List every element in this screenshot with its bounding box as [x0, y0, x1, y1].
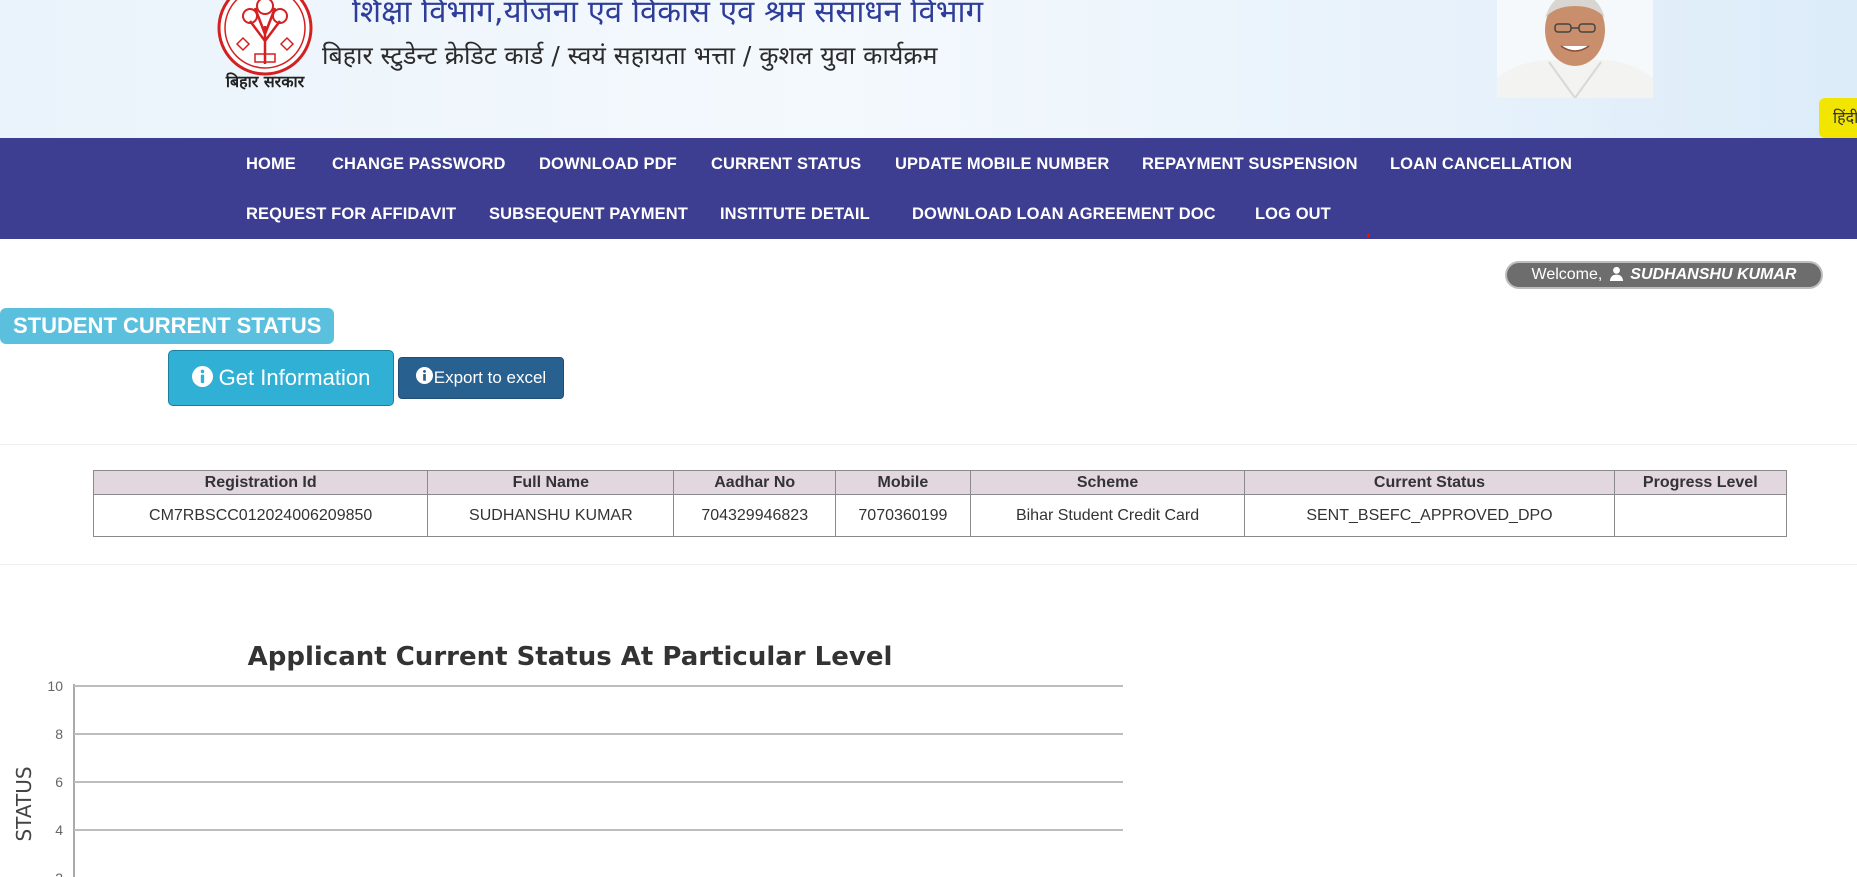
progress-level-cell: [1613, 494, 1788, 537]
full-name-cell: SUDHANSHU KUMAR: [427, 494, 675, 537]
column-header: Registration Id: [92, 470, 429, 495]
current-status-cell: SENT_BSEFC_APPROVED_DPO: [1244, 494, 1615, 537]
column-header: Full Name: [427, 470, 675, 495]
nav-update-mobile-number[interactable]: UPDATE MOBILE NUMBER: [895, 155, 1109, 174]
nav-indicator-dot: [1367, 234, 1370, 237]
nav-institute-detail[interactable]: INSTITUTE DETAIL: [720, 205, 870, 224]
nav-change-password[interactable]: CHANGE PASSWORD: [332, 155, 506, 174]
status-table: Registration Id Full Name Aadhar No Mobi…: [92, 470, 1788, 537]
scheme-cell: Bihar Student Credit Card: [969, 494, 1246, 537]
registration-id-cell: CM7RBSCC012024006209850: [92, 494, 429, 537]
table-row: CM7RBSCC012024006209850 SUDHANSHU KUMAR …: [92, 494, 1788, 537]
chart-y-axis-label: STATUS: [12, 766, 36, 841]
nav-current-status[interactable]: CURRENT STATUS: [711, 155, 861, 174]
chart-y-tick-label: 8: [55, 726, 63, 742]
site-header: बिहार सरकार शिक्षा विभाग,योजना एवं विकास…: [0, 0, 1857, 138]
welcome-prefix: Welcome,: [1531, 266, 1603, 283]
department-title: शिक्षा विभाग,योजना एवं विकास एवं श्रम सं…: [352, 0, 984, 30]
nav-log-out[interactable]: LOG OUT: [1255, 205, 1331, 224]
chief-minister-portrait: [1497, 0, 1653, 98]
chart-y-tick-label: 10: [47, 678, 63, 694]
column-header: Progress Level: [1613, 470, 1788, 495]
welcome-user-name: SUDHANSHU KUMAR: [1630, 266, 1797, 283]
nav-download-loan-agreement-doc[interactable]: DOWNLOAD LOAN AGREEMENT DOC: [912, 205, 1216, 224]
get-information-label: Get Information: [218, 365, 371, 390]
nav-home[interactable]: HOME: [246, 155, 296, 174]
welcome-badge: Welcome, SUDHANSHU KUMAR: [1505, 261, 1823, 289]
info-circle-icon: [415, 367, 433, 384]
chart-y-tick-label: 4: [55, 822, 63, 838]
divider: [0, 444, 1857, 445]
language-toggle[interactable]: हिंदी: [1819, 98, 1857, 138]
mobile-cell: 7070360199: [835, 494, 971, 537]
column-header: Current Status: [1244, 470, 1615, 495]
column-header: Aadhar No: [673, 470, 837, 495]
nav-loan-cancellation[interactable]: LOAN CANCELLATION: [1390, 155, 1572, 174]
nav-subsequent-payment[interactable]: SUBSEQUENT PAYMENT: [489, 205, 688, 224]
scheme-subtitle: बिहार स्टुडेन्ट क्रेडिट कार्ड / स्वयं सह…: [322, 41, 938, 70]
chart-y-tick-label: 2: [55, 870, 63, 877]
status-chart: Applicant Current Status At Particular L…: [12, 642, 1123, 877]
column-header: Scheme: [969, 470, 1246, 495]
user-icon: [1609, 266, 1623, 281]
export-to-excel-label: Export to excel: [433, 368, 547, 387]
export-to-excel-button[interactable]: Export to excel: [398, 357, 564, 399]
emblem-caption: बिहार सरकार: [225, 72, 305, 91]
nav-repayment-suspension[interactable]: REPAYMENT SUSPENSION: [1142, 155, 1358, 174]
info-circle-icon: [191, 366, 213, 387]
aadhar-no-cell: 704329946823: [673, 494, 837, 537]
main-navigation: HOME CHANGE PASSWORD DOWNLOAD PDF CURREN…: [0, 138, 1857, 239]
chart-y-tick-label: 6: [55, 774, 63, 790]
bihar-emblem-logo: [217, 0, 313, 76]
chart-title: Applicant Current Status At Particular L…: [248, 642, 893, 672]
page-title: STUDENT CURRENT STATUS: [0, 308, 335, 344]
column-header: Mobile: [835, 470, 971, 495]
divider: [0, 564, 1857, 565]
nav-request-for-affidavit[interactable]: REQUEST FOR AFFIDAVIT: [246, 205, 456, 224]
get-information-button[interactable]: Get Information: [168, 350, 394, 406]
table-header-row: Registration Id Full Name Aadhar No Mobi…: [92, 470, 1788, 495]
nav-download-pdf[interactable]: DOWNLOAD PDF: [539, 155, 677, 174]
